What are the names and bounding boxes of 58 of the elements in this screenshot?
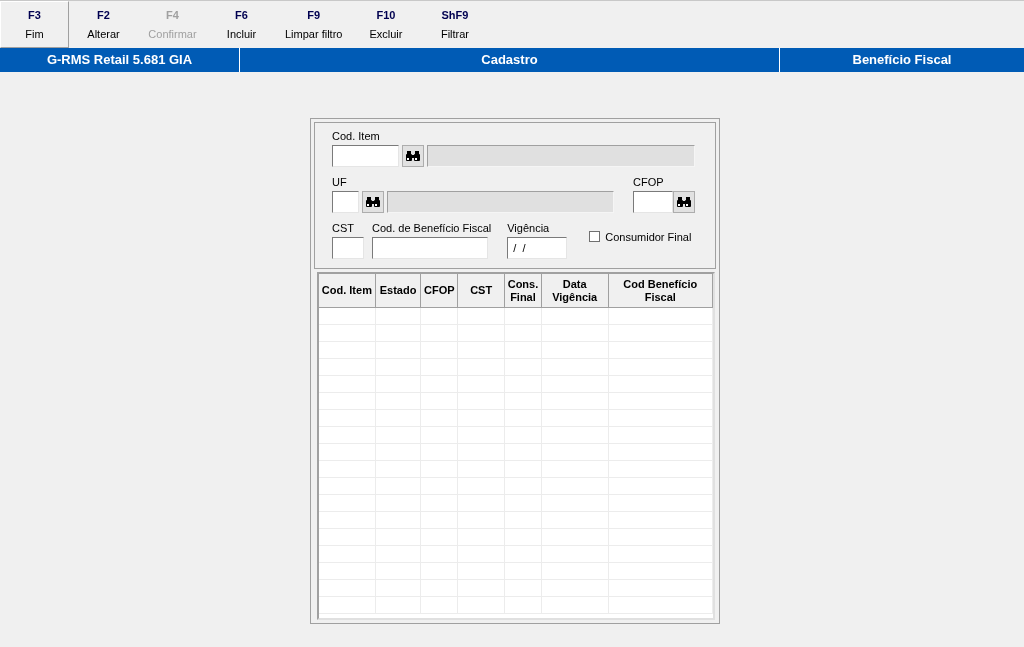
table-cell [421, 308, 459, 325]
field-label: CST [332, 221, 355, 235]
table-cell [319, 325, 376, 342]
table-cell [319, 597, 376, 614]
binoculars-icon [365, 196, 381, 208]
title-bar-text: G-RMS Retail 5.681 GIA [46, 51, 193, 70]
table-cell [319, 444, 376, 461]
toolbar-button[interactable]: F2 Alterar [69, 1, 138, 48]
column-header[interactable]: Cod. Item [319, 274, 376, 308]
toolbar-button[interactable]: F10 Excluir [351, 1, 421, 48]
column-header[interactable]: CFOP [421, 274, 459, 308]
field-label: CFOP [633, 175, 665, 189]
input-field[interactable] [332, 237, 364, 259]
table-cell [319, 359, 376, 376]
table-cell [319, 495, 376, 512]
toolbar-button[interactable]: ShF9 Filtrar [420, 1, 490, 48]
column-header[interactable]: Estado [375, 274, 422, 308]
column-header[interactable]: CST [458, 274, 506, 308]
table-cell [319, 308, 376, 325]
table-cell [319, 461, 376, 478]
toolbar-button[interactable]: F9 Limpar filtro [276, 1, 352, 48]
search-button[interactable] [402, 145, 424, 167]
table-cell [319, 427, 376, 444]
table-cell [319, 580, 376, 597]
column-header[interactable]: Cons. Final [505, 274, 542, 308]
table-cell [319, 376, 376, 393]
table-cell [319, 410, 376, 427]
table-cell [319, 342, 376, 359]
input-field[interactable] [332, 145, 399, 167]
table-cell [319, 478, 376, 495]
table-cell [319, 512, 376, 529]
table-cell [319, 546, 376, 563]
field-label: Vigência [507, 221, 551, 235]
table-cell [375, 308, 422, 325]
column-header[interactable]: Cod Benefício Fiscal [608, 274, 713, 308]
input-field[interactable] [633, 191, 673, 213]
binoculars-icon [676, 196, 692, 208]
table-cell [319, 529, 376, 546]
field-label: UF [332, 175, 348, 189]
column-header[interactable]: Data Vigência [541, 274, 609, 308]
table-cell [319, 563, 376, 580]
field-label: Cod. de Benefício Fiscal [372, 221, 492, 235]
search-button[interactable] [673, 191, 695, 213]
title-bar-text: Benefício Fiscal [852, 51, 952, 70]
toolbar-button[interactable]: F3 Fim [0, 1, 69, 48]
toolbar-button[interactable]: F6 Incluir [207, 1, 276, 48]
title-bar-text: Cadastro [481, 51, 538, 70]
date-field[interactable]: / / [507, 237, 568, 259]
table-cell [505, 308, 542, 325]
search-button[interactable] [362, 191, 384, 213]
binoculars-icon [405, 150, 421, 162]
table-cell [458, 308, 506, 325]
input-field[interactable] [332, 191, 359, 213]
consumidor-final-checkbox[interactable]: Consumidor Final [589, 228, 692, 245]
field-label: Cod. Item [332, 129, 381, 143]
table-cell [319, 393, 376, 410]
input-field[interactable] [372, 237, 488, 259]
table-cell [541, 308, 609, 325]
